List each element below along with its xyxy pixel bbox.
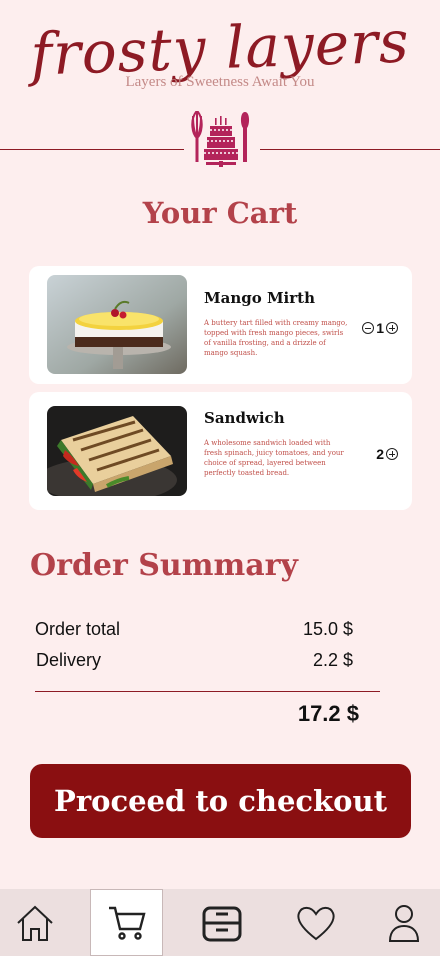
profile-icon (388, 904, 420, 942)
increase-quantity-button[interactable] (386, 322, 398, 334)
order-total-label: Order total (35, 619, 121, 639)
cart-item-sandwich[interactable]: Sandwich A wholesome sandwich loaded wit… (29, 392, 412, 510)
cart-icon (108, 906, 146, 940)
brand-tagline: Layers of Sweetness Await You (125, 74, 315, 90)
cart-title: Your Cart (142, 196, 298, 230)
header-divider-right (260, 149, 440, 150)
tab-profile[interactable] (368, 889, 440, 956)
bottom-tab-bar (0, 889, 440, 956)
quantity-value: 1 (376, 320, 384, 336)
orders-box-icon (202, 906, 242, 941)
decrease-quantity-button[interactable] (362, 322, 375, 334)
quantity-stepper: 2 (376, 446, 398, 462)
delivery-value: 2.2 $ (312, 650, 353, 670)
order-total-value: 15.0 $ (302, 619, 353, 639)
order-summary-title: Order Summary (30, 548, 298, 583)
increase-quantity-button[interactable] (386, 448, 398, 460)
header-divider-left (0, 149, 184, 150)
tab-favorites[interactable] (280, 889, 352, 956)
item-description: A wholesome sandwich loaded with fresh s… (204, 439, 344, 477)
summary-divider (35, 691, 380, 692)
grand-total-value: 17.2 $ (297, 701, 359, 726)
tab-orders[interactable] (185, 889, 259, 956)
cake-whisk-icon (191, 111, 250, 167)
home-icon (17, 905, 53, 941)
cart-item-mango-mirth[interactable]: Mango Mirth A buttery tart filled with c… (29, 266, 412, 384)
item-name: Mango Mirth (204, 289, 315, 307)
grilled-sandwich-photo (47, 406, 187, 496)
item-description: A buttery tart filled with creamy mango,… (204, 319, 348, 357)
proceed-to-checkout-button[interactable]: Proceed to checkout (30, 764, 411, 838)
mango-cake-photo (47, 275, 187, 374)
quantity-stepper: 1 (362, 320, 398, 336)
brand-logo: frosty layers Layers of Sweetness Await … (0, 7, 440, 108)
tab-cart[interactable] (90, 889, 163, 956)
heart-icon (297, 906, 335, 940)
quantity-value: 2 (376, 446, 384, 462)
tab-home[interactable] (0, 889, 70, 956)
item-name: Sandwich (204, 409, 285, 427)
delivery-label: Delivery (36, 650, 102, 670)
